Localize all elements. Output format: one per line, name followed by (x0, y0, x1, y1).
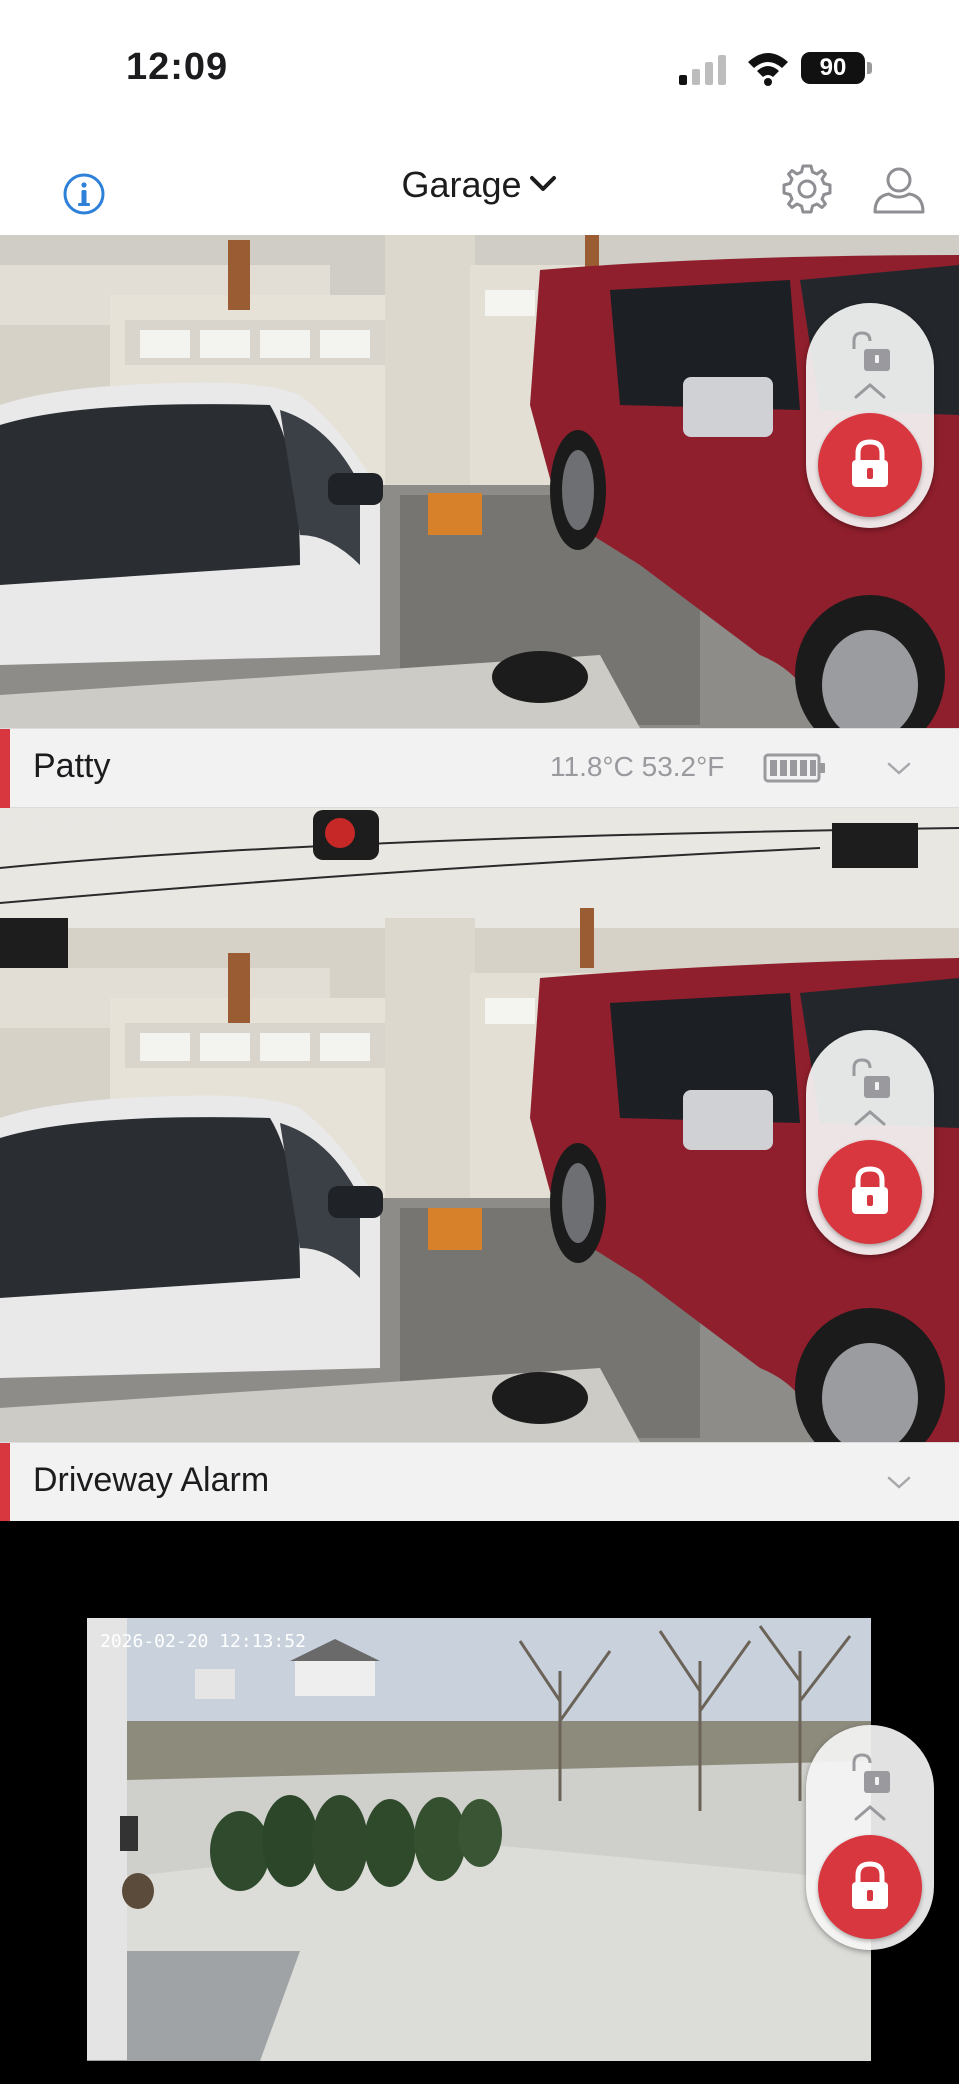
chevron-up-icon (854, 1110, 886, 1126)
status-time: 12:09 (126, 46, 229, 88)
unlock-icon[interactable] (848, 331, 894, 375)
lock-button[interactable] (818, 1140, 922, 1244)
chevron-up-icon (854, 1805, 886, 1821)
status-accent (0, 729, 10, 809)
chevron-down-icon[interactable] (886, 761, 912, 777)
device-name: Patty (33, 747, 111, 785)
status-accent (0, 1443, 10, 1523)
lock-control[interactable] (806, 1725, 934, 1950)
chevron-down-icon (529, 176, 556, 191)
lock-icon (852, 1166, 888, 1214)
chevron-down-icon[interactable] (886, 1475, 912, 1491)
device-name: Driveway Alarm (33, 1461, 270, 1499)
page-title: Garage (401, 164, 522, 205)
top-nav: Garage (0, 140, 959, 235)
feed-timestamp: 2026-02-20 12:13:52 (100, 1631, 306, 1652)
camera-feed[interactable]: 2026-02-20 12:13:52 (0, 1521, 959, 2084)
battery-full-icon (763, 753, 825, 783)
camera-feed[interactable] (0, 235, 959, 728)
battery-level: 90 (801, 52, 865, 84)
device-header[interactable]: Patty 11.8°C 53.2°F (0, 728, 959, 809)
gear-icon[interactable] (780, 162, 834, 216)
chevron-up-icon (854, 383, 886, 399)
lock-control[interactable] (806, 1030, 934, 1255)
lock-button[interactable] (818, 1835, 922, 1939)
camera-feed[interactable]: 26 12:09:38 (0, 808, 959, 1442)
user-icon[interactable] (869, 162, 925, 218)
lock-control[interactable] (806, 303, 934, 528)
unlock-icon[interactable] (848, 1753, 894, 1797)
status-bar: 12:09 90 (0, 0, 959, 140)
lock-icon (852, 439, 888, 487)
lock-icon (852, 1861, 888, 1909)
lock-button[interactable] (818, 413, 922, 517)
wifi-icon (748, 53, 788, 86)
unlock-icon[interactable] (848, 1058, 894, 1102)
cellular-signal-icon (679, 55, 726, 85)
feed-timestamp: 26 12:09:38 (0, 814, 113, 834)
battery-icon: 90 (801, 52, 872, 84)
device-header[interactable]: Driveway Alarm (0, 1442, 959, 1523)
temperature-readout: 11.8°C 53.2°F (550, 751, 725, 782)
